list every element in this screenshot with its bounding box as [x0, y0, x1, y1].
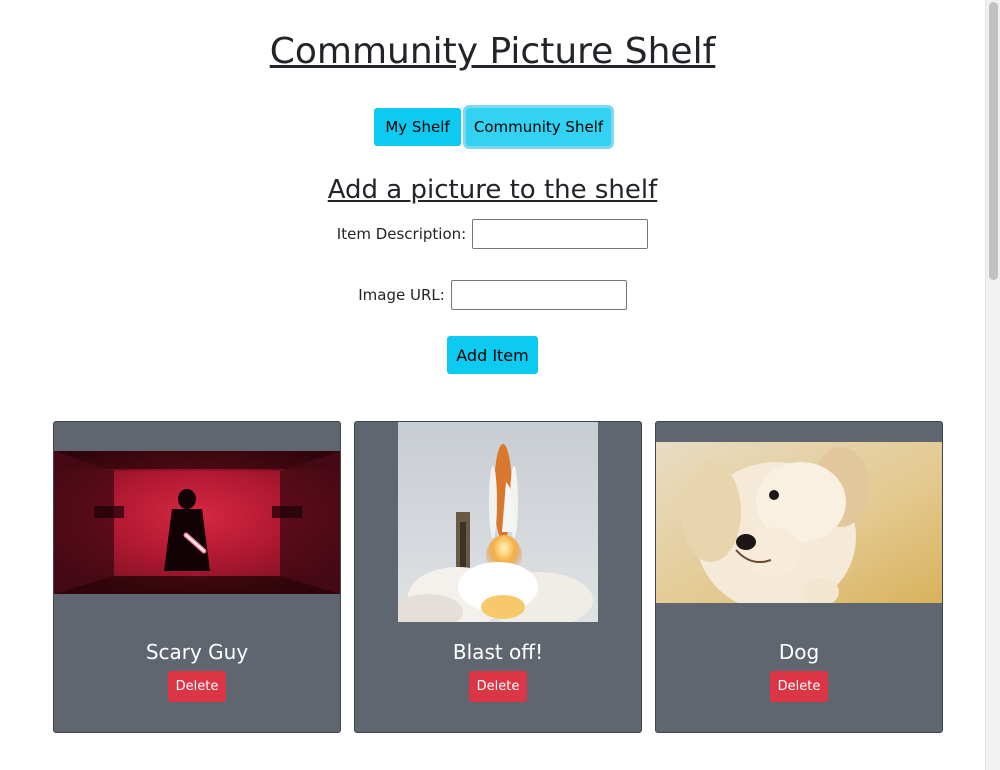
puppy-photo — [656, 442, 942, 603]
add-item-button[interactable]: Add Item — [447, 336, 538, 374]
card-caption: Dog — [778, 640, 820, 664]
card-caption: Blast off! — [452, 640, 544, 664]
delete-button[interactable]: Delete — [770, 671, 828, 702]
add-item-wrap: Add Item — [0, 336, 985, 374]
shelf-card: Dog Delete — [655, 421, 943, 733]
image-url-input[interactable] — [450, 280, 627, 310]
description-label: Item Description: — [336, 225, 467, 243]
dark-figure-red-corridor-photo — [54, 451, 340, 594]
community-shelf-button[interactable]: Community Shelf — [466, 108, 611, 146]
scrollbar-thumb[interactable] — [989, 2, 998, 280]
my-shelf-button[interactable]: My Shelf — [374, 108, 461, 146]
rocket-launch-photo — [398, 422, 598, 622]
image-url-label: Image URL: — [358, 286, 445, 304]
page-title: Community Picture Shelf — [269, 31, 716, 72]
form-title: Add a picture to the shelf — [327, 175, 658, 205]
description-row: Item Description: — [0, 219, 985, 249]
description-input[interactable] — [472, 219, 649, 249]
image-url-row: Image URL: — [0, 280, 985, 310]
shelf-nav: My Shelf Community Shelf — [0, 108, 985, 146]
page-scrollbar[interactable] — [985, 0, 1000, 770]
shelf-card: Blast off! Delete — [354, 421, 642, 733]
card-caption: Scary Guy — [145, 640, 249, 664]
delete-button[interactable]: Delete — [168, 671, 226, 702]
delete-button[interactable]: Delete — [469, 671, 527, 702]
shelf-card: Scary Guy Delete — [53, 421, 341, 733]
